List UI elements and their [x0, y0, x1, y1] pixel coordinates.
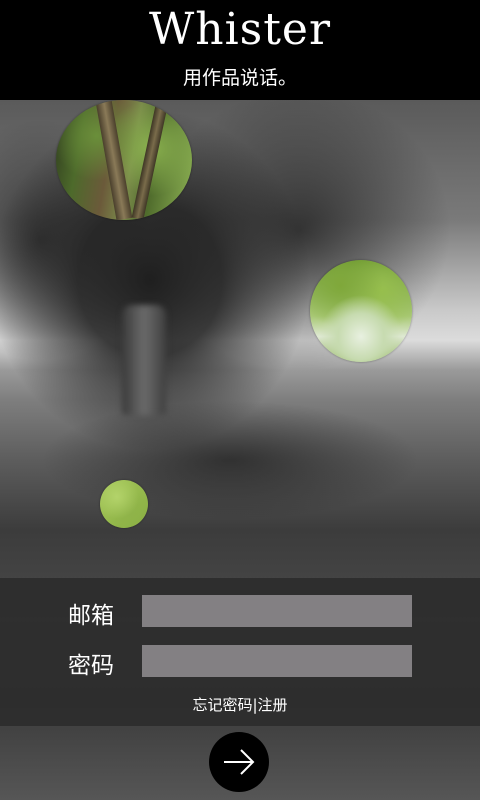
email-input[interactable] — [142, 595, 412, 627]
arrow-right-icon — [224, 749, 255, 775]
app-title: Whister — [149, 4, 331, 55]
password-input[interactable] — [142, 645, 412, 677]
leaves-bubble-image — [310, 260, 412, 362]
app-header: Whister 用作品说话。 — [0, 0, 480, 100]
account-links: 忘记密码|注册 — [0, 694, 480, 715]
tree-trunk — [122, 305, 166, 415]
ground-shadow — [40, 400, 420, 520]
login-panel: 邮箱 密码 忘记密码|注册 — [0, 578, 480, 726]
login-submit-button[interactable] — [209, 732, 269, 792]
grass-bubble-image — [100, 480, 148, 528]
tree-bubble-image — [56, 100, 192, 220]
email-label: 邮箱 — [68, 603, 114, 629]
forgot-password-link[interactable]: 忘记密码 — [192, 696, 252, 714]
register-link[interactable]: 注册 — [258, 696, 288, 714]
password-label: 密码 — [68, 653, 114, 679]
app-slogan: 用作品说话。 — [182, 67, 297, 89]
